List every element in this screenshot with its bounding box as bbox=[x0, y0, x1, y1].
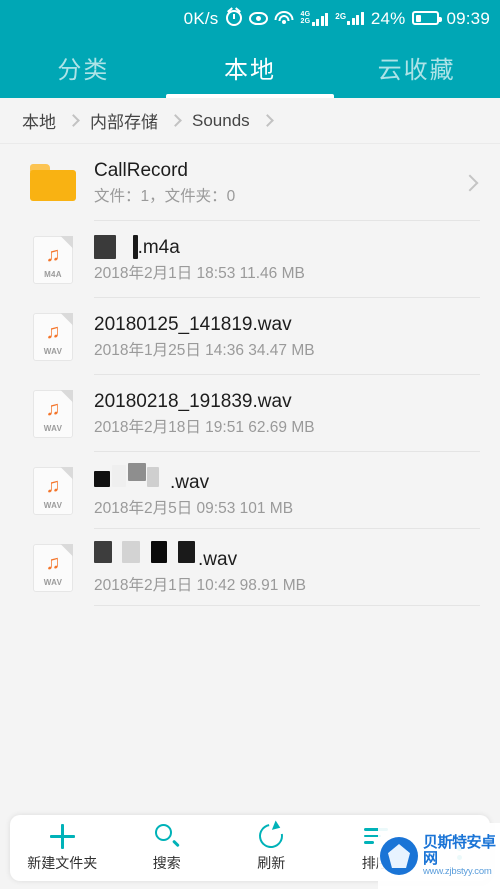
net-label-second: 2G bbox=[335, 12, 347, 21]
tab-categories-label: 分类 bbox=[57, 56, 110, 84]
network-speed: 0K/s bbox=[184, 10, 219, 27]
row-divider bbox=[94, 605, 480, 606]
redaction-blocks bbox=[94, 235, 138, 261]
list-item-name-wrap: .wav bbox=[94, 462, 500, 496]
clock: 09:39 bbox=[446, 10, 490, 27]
breadcrumb-item-local[interactable]: 本地 bbox=[22, 108, 56, 133]
eye-icon bbox=[248, 11, 268, 25]
list-item[interactable]: ♫ WAV 20180218_191839.wav 2018年2月18日 19:… bbox=[0, 375, 500, 452]
list-item-subtitle: 文件：1，文件夹：0 bbox=[94, 187, 236, 205]
audio-file-icon: ♫ WAV bbox=[22, 298, 84, 375]
file-ext-label: M4A bbox=[44, 269, 62, 279]
list-item-name: .wav bbox=[170, 471, 210, 493]
list-item-name: CallRecord bbox=[94, 159, 188, 181]
search-label: 搜索 bbox=[152, 854, 181, 871]
refresh-label: 刷新 bbox=[257, 854, 286, 871]
tab-active-indicator bbox=[166, 94, 334, 98]
chevron-right-icon bbox=[461, 174, 479, 191]
chevron-right-icon bbox=[169, 114, 182, 127]
plus-icon bbox=[49, 823, 75, 849]
signal-4g-icon: 4G 2G bbox=[301, 11, 329, 26]
list-item-name-wrap: .wav bbox=[94, 539, 500, 573]
audio-file-icon: ♫ WAV bbox=[22, 375, 84, 452]
status-bar: 0K/s 4G 2G 2G 24% 09:39 bbox=[0, 0, 500, 36]
list-item-name: 20180125_141819.wav bbox=[94, 313, 292, 335]
battery-percent: 24% bbox=[371, 10, 406, 27]
list-item[interactable]: ♫ M4A .m4a 2018年2月1日 18:53 11.46 MB bbox=[0, 221, 500, 298]
folder-icon bbox=[22, 144, 84, 221]
tab-cloud-favorites[interactable]: 云收藏 bbox=[333, 36, 500, 98]
tab-cloud-favorites-label: 云收藏 bbox=[377, 56, 456, 84]
chevron-right-icon bbox=[67, 114, 80, 127]
list-item[interactable]: ♫ WAV .wav 2018年2月1日 10:42 98.91 MB bbox=[0, 529, 500, 606]
file-ext-label: WAV bbox=[43, 577, 63, 587]
breadcrumb-item-internal-storage[interactable]: 内部存储 bbox=[90, 108, 158, 133]
search-icon bbox=[154, 824, 180, 849]
net-label-top: 4G bbox=[300, 10, 311, 18]
refresh-button[interactable]: 刷新 bbox=[219, 819, 324, 873]
watermark-url: www.zjbstyy.com bbox=[423, 865, 492, 877]
tab-local-label: 本地 bbox=[224, 56, 276, 84]
list-item-subtitle: 2018年2月1日 10:42 98.91 MB bbox=[94, 576, 306, 594]
new-folder-button[interactable]: 新建文件夹 bbox=[10, 823, 115, 873]
breadcrumb: 本地 内部存储 Sounds bbox=[0, 98, 500, 144]
audio-file-icon: ♫ WAV bbox=[22, 529, 84, 606]
phone-screen: 0K/s 4G 2G 2G 24% 09:39 分类 本地 云收藏 本地 内部存… bbox=[0, 0, 500, 889]
file-ext-label: WAV bbox=[43, 423, 63, 433]
list-item-subtitle: 2018年1月25日 14:36 34.47 MB bbox=[94, 341, 315, 359]
chevron-right-icon bbox=[260, 114, 274, 127]
file-list: CallRecord 文件：1，文件夹：0 ♫ M4A .m4a 2018年2月… bbox=[0, 144, 500, 606]
list-item-subtitle: 2018年2月5日 09:53 101 MB bbox=[94, 499, 294, 517]
new-folder-label: 新建文件夹 bbox=[27, 854, 98, 871]
list-item-name: .wav bbox=[198, 548, 238, 570]
tab-local[interactable]: 本地 bbox=[167, 36, 334, 98]
tab-categories[interactable]: 分类 bbox=[0, 36, 167, 98]
list-item-name-wrap: .m4a bbox=[94, 235, 500, 261]
list-item[interactable]: CallRecord 文件：1，文件夹：0 bbox=[0, 144, 500, 221]
network-speed-label: 0K/s bbox=[183, 8, 219, 28]
file-ext-label: WAV bbox=[43, 500, 63, 510]
search-button[interactable]: 搜索 bbox=[115, 824, 220, 873]
battery-icon bbox=[412, 11, 443, 25]
list-item-name: .m4a bbox=[137, 236, 180, 258]
wifi-icon bbox=[274, 11, 294, 25]
audio-file-icon: ♫ WAV bbox=[22, 452, 84, 529]
alarm-icon bbox=[225, 10, 242, 26]
list-item-subtitle: 2018年2月1日 18:53 11.46 MB bbox=[94, 264, 305, 282]
tab-bar: 分类 本地 云收藏 bbox=[0, 36, 500, 98]
file-ext-label: WAV bbox=[43, 346, 63, 356]
refresh-icon bbox=[254, 819, 288, 853]
signal-2g-icon: 2G bbox=[335, 11, 364, 25]
redaction-blocks bbox=[94, 462, 170, 488]
battery-percent-label: 24% bbox=[370, 8, 406, 28]
list-item-name: 20180218_191839.wav bbox=[94, 390, 292, 412]
list-item[interactable]: ♫ WAV 20180125_141819.wav 2018年1月25日 14:… bbox=[0, 298, 500, 375]
list-item-subtitle: 2018年2月18日 19:51 62.69 MB bbox=[94, 418, 315, 436]
net-label-bottom: 2G bbox=[300, 18, 311, 25]
watermark-name: 贝斯特安卓网 bbox=[423, 834, 496, 868]
redaction-blocks bbox=[94, 539, 198, 565]
list-item[interactable]: ♫ WAV .wav 2018年2月5日 09:53 101 MB bbox=[0, 452, 500, 529]
watermark: 贝斯特安卓网 www.zjbstyy.com bbox=[378, 823, 500, 889]
clock-label: 09:39 bbox=[446, 8, 490, 28]
shell-diamond-logo bbox=[380, 837, 418, 875]
audio-file-icon: ♫ M4A bbox=[22, 221, 84, 298]
breadcrumb-item-sounds[interactable]: Sounds bbox=[192, 111, 250, 131]
